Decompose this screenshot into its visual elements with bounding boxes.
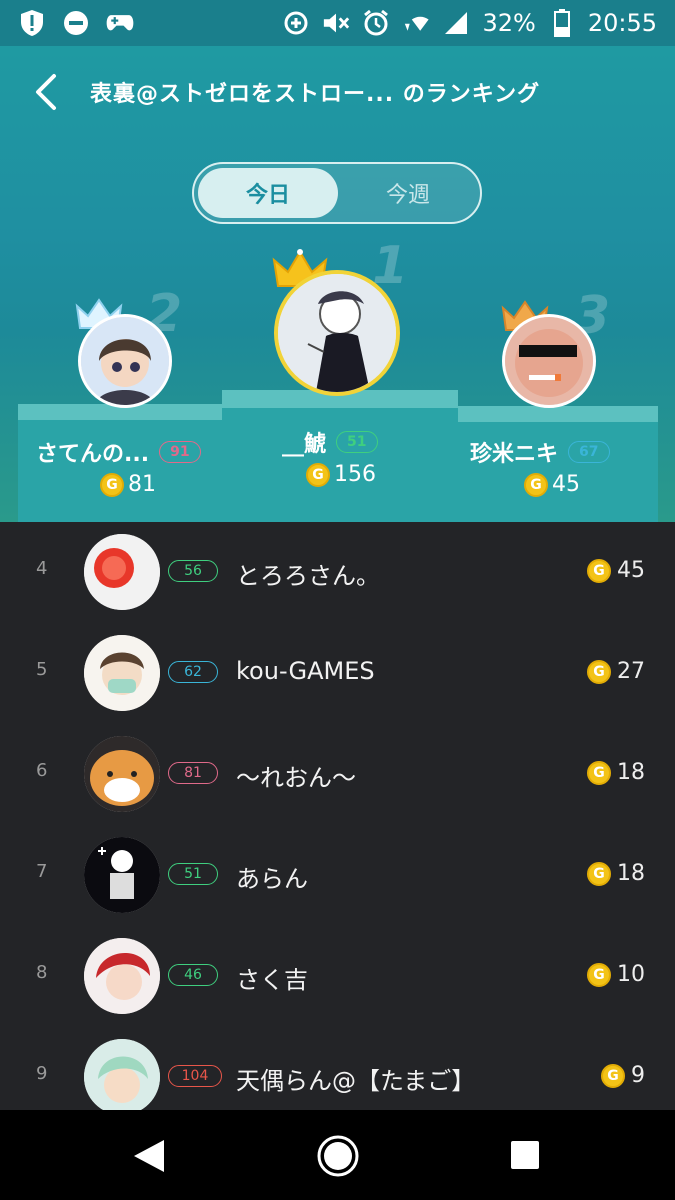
user-name: とろろさん。 (236, 562, 380, 590)
coin-count: G 10 (587, 962, 645, 987)
coin-value: 45 (617, 558, 645, 583)
system-nav-bar (0, 1110, 675, 1200)
coin-count: G 9 (601, 1063, 645, 1088)
avatar-first[interactable] (274, 270, 400, 396)
avatar (84, 938, 160, 1014)
avatar (84, 837, 160, 913)
level-badge: 56 (168, 560, 218, 582)
podium-coins-third-value: 45 (552, 472, 580, 497)
coin-count: G 18 (587, 760, 645, 785)
coin-icon: G (587, 760, 611, 785)
tab-week[interactable]: 今週 (338, 168, 478, 218)
rank-number: 7 (36, 861, 48, 882)
user-name: 〜れおん〜 (236, 764, 356, 792)
coin-count: G 18 (587, 861, 645, 886)
ranking-header: 表裏@ストゼロをストロー... のランキング 今日 今週 1 2 3 __鯱 5… (0, 46, 675, 522)
coin-icon: G (587, 962, 611, 987)
level-badge: 51 (168, 863, 218, 885)
podium-coins-third: G 45 (524, 472, 580, 497)
avatar (84, 1039, 160, 1115)
podium-name-first-text: __鯱 (282, 432, 327, 457)
coin-icon: G (587, 659, 611, 684)
do-not-disturb-icon (62, 9, 90, 37)
level-badge: 62 (168, 661, 218, 683)
battery-icon (548, 9, 576, 37)
coin-icon: G (306, 462, 330, 487)
back-icon[interactable] (28, 70, 68, 114)
podium-second-base (18, 418, 222, 522)
level-badge-third: 67 (568, 441, 610, 463)
page-title: 表裏@ストゼロをストロー... のランキング (90, 82, 541, 107)
alarm-icon (362, 9, 390, 37)
back-nav-icon[interactable] (132, 1138, 166, 1178)
list-item[interactable]: 4 56 とろろさん。 G 45 (0, 522, 675, 623)
recents-nav-icon[interactable] (510, 1140, 540, 1174)
podium-coins-first: G 156 (306, 462, 376, 487)
coin-value: 27 (617, 659, 645, 684)
list-item[interactable]: 6 81 〜れおん〜 G 18 (0, 724, 675, 825)
podium-name-second[interactable]: さてんの... 91 (36, 436, 201, 468)
coin-count: G 27 (587, 659, 645, 684)
alert-shield-icon (18, 9, 46, 37)
avatar (84, 635, 160, 711)
coin-icon: G (587, 861, 611, 886)
user-name: あらん (236, 865, 308, 893)
status-bar: 32% 20:55 (0, 0, 675, 46)
avatar (84, 736, 160, 812)
coin-value: 9 (631, 1063, 645, 1088)
podium-coins-second-value: 81 (128, 472, 156, 497)
period-tabs: 今日 今週 (192, 162, 482, 224)
user-name: さく吉 (236, 966, 308, 994)
ranking-list: 4 56 とろろさん。 G 45 5 62 kou-GAMES G 27 6 8… (0, 522, 675, 1115)
clock: 20:55 (587, 9, 657, 37)
rank-number: 8 (36, 962, 48, 983)
level-badge-first: 51 (336, 431, 378, 453)
coin-value: 10 (617, 962, 645, 987)
coin-icon: G (524, 472, 548, 497)
data-saver-icon (282, 9, 310, 37)
coin-icon: G (100, 472, 124, 497)
rank-number: 5 (36, 659, 48, 680)
user-name: 天偶らん@【たまご】 (236, 1067, 476, 1095)
coin-value: 18 (617, 760, 645, 785)
battery-percent: 32% (482, 9, 536, 37)
tab-today[interactable]: 今日 (198, 168, 338, 218)
podium-name-third-text: 珍米ニキ (470, 442, 559, 467)
rank-number: 4 (36, 558, 48, 579)
coin-count: G 45 (587, 558, 645, 583)
level-badge: 46 (168, 964, 218, 986)
level-badge: 104 (168, 1065, 222, 1087)
avatar-third[interactable] (502, 314, 596, 408)
podium-coins-first-value: 156 (334, 462, 376, 487)
coin-value: 18 (617, 861, 645, 886)
gamepad-icon (106, 9, 134, 37)
rank-number: 9 (36, 1063, 48, 1084)
podium-name-third[interactable]: 珍米ニキ 67 (470, 436, 610, 468)
podium-name-first[interactable]: __鯱 51 (282, 426, 378, 458)
list-item[interactable]: 5 62 kou-GAMES G 27 (0, 623, 675, 724)
user-name: kou-GAMES (236, 657, 375, 685)
list-item[interactable]: 7 51 あらん G 18 (0, 825, 675, 926)
signal-icon (442, 9, 470, 37)
coin-icon: G (587, 558, 611, 583)
podium-third-top (458, 406, 658, 422)
level-badge-second: 91 (159, 441, 201, 463)
coin-icon: G (601, 1063, 625, 1088)
avatar (84, 534, 160, 610)
list-item[interactable]: 8 46 さく吉 G 10 (0, 926, 675, 1027)
level-badge: 81 (168, 762, 218, 784)
wifi-icon (402, 9, 430, 37)
rank-number: 6 (36, 760, 48, 781)
podium-name-second-text: さてんの... (36, 442, 150, 467)
avatar-second[interactable] (78, 314, 172, 408)
podium-coins-second: G 81 (100, 472, 156, 497)
mute-icon (322, 9, 350, 37)
home-nav-icon[interactable] (316, 1134, 360, 1182)
